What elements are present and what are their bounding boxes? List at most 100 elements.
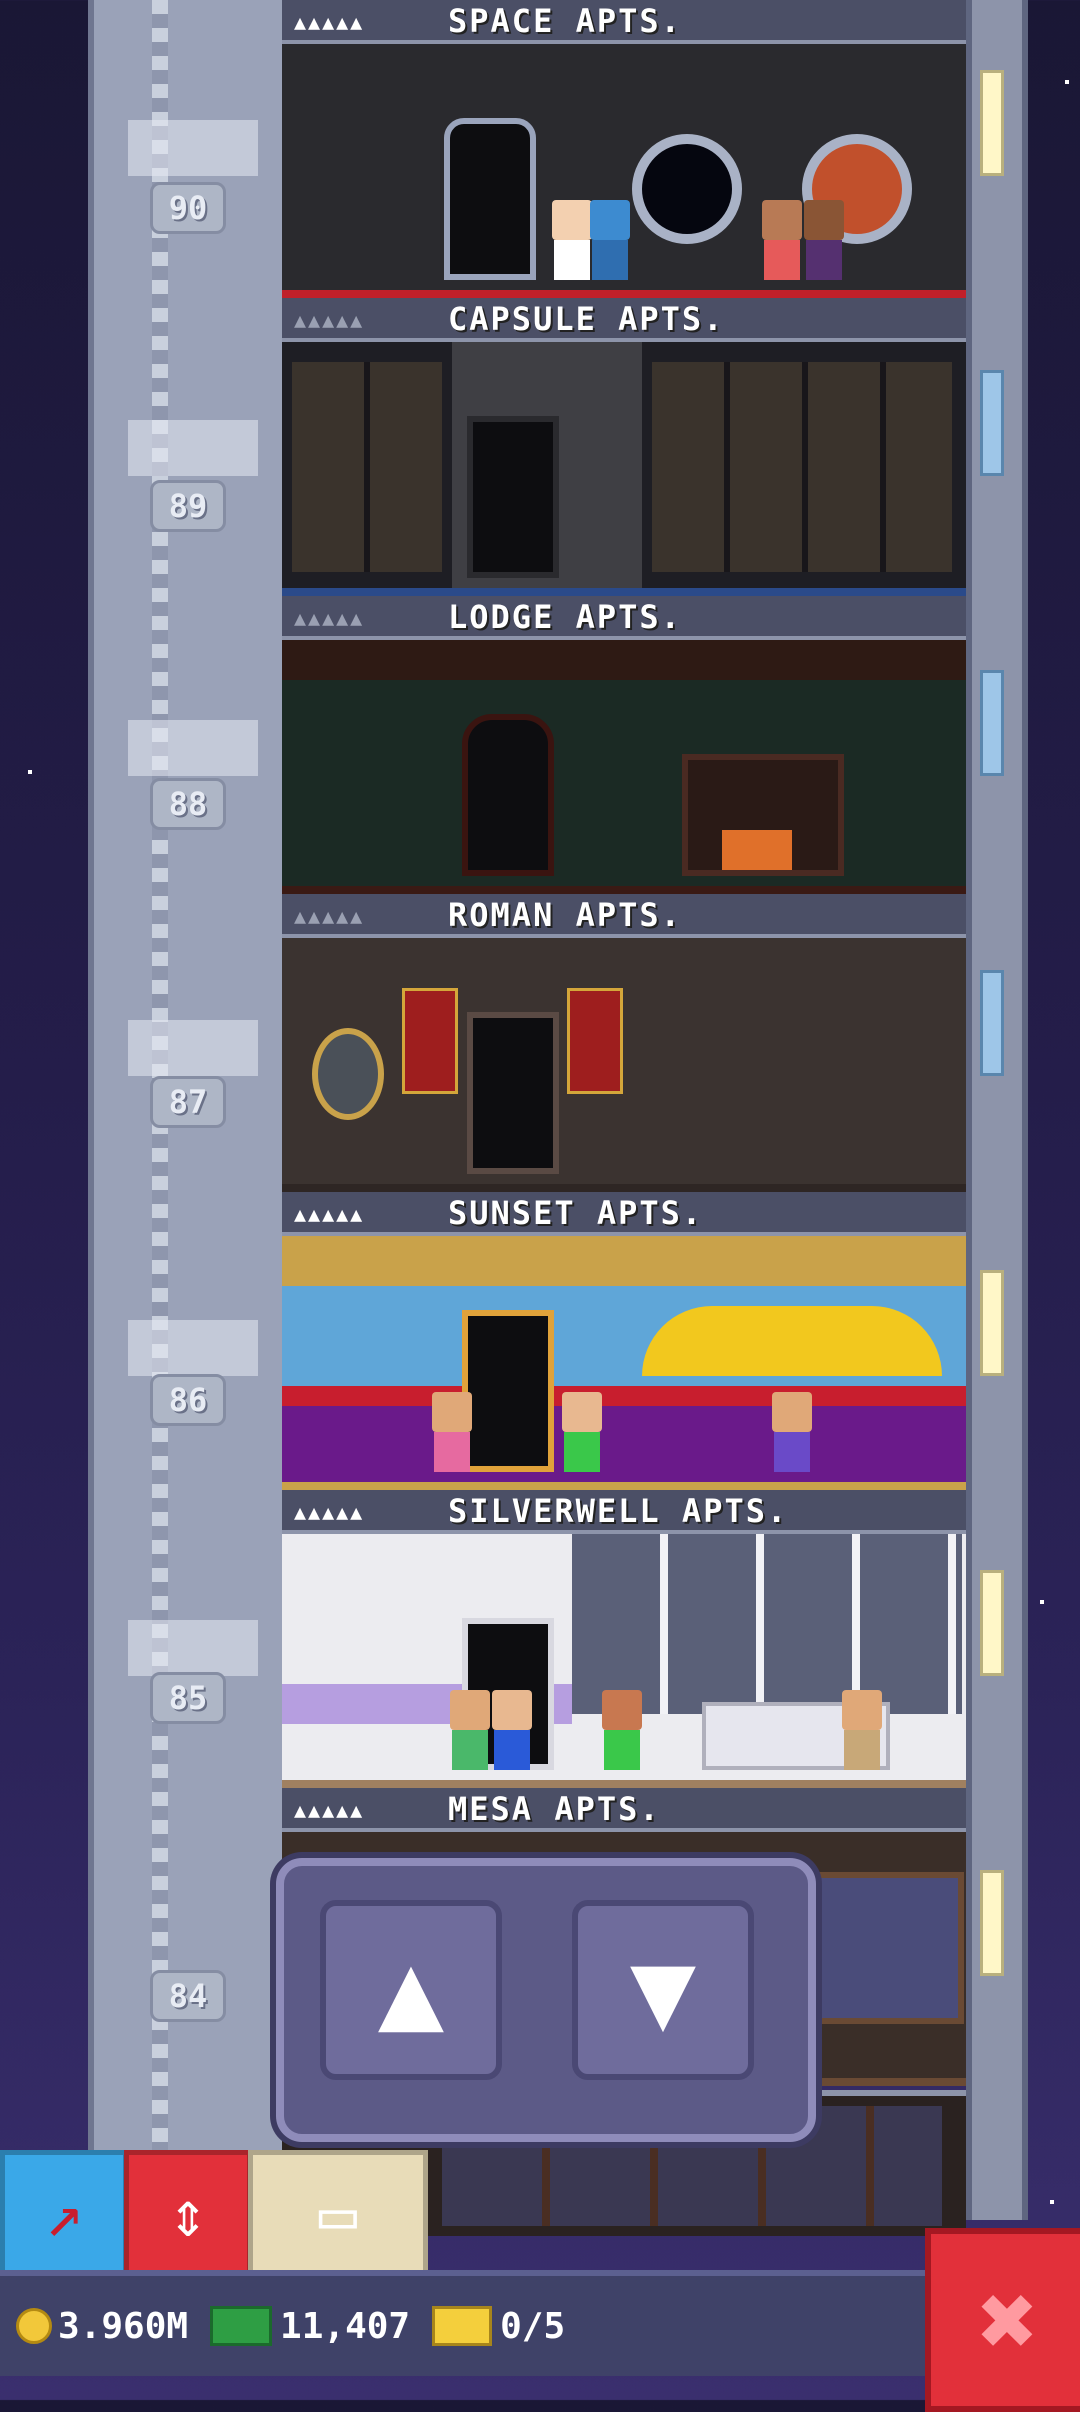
floor-header: ▲▲▲▲▲ LODGE APTS. xyxy=(282,596,966,640)
window-light xyxy=(980,1270,1004,1376)
tenant[interactable] xyxy=(450,1690,490,1770)
rating-dots: ▲▲▲▲▲ xyxy=(294,904,365,928)
tenant[interactable] xyxy=(762,200,802,280)
rating-dots: ▲▲▲▲▲ xyxy=(294,1202,365,1226)
floor-name: CAPSULE APTS. xyxy=(448,300,725,338)
tenant[interactable] xyxy=(432,1392,472,1472)
window-light xyxy=(980,370,1004,476)
floor-capsule-apts[interactable]: ▲▲▲▲▲ CAPSULE APTS. xyxy=(282,298,966,596)
shaft-light xyxy=(128,720,258,776)
coins-value: 3.960M xyxy=(58,2305,189,2347)
window-light xyxy=(980,970,1004,1076)
floor-silverwell-apts[interactable]: ▲▲▲▲▲ SILVERWELL APTS. xyxy=(282,1490,966,1788)
floor-number: 89 xyxy=(150,480,226,532)
floor-roman-apts[interactable]: ▲▲▲▲▲ ROMAN APTS. xyxy=(282,894,966,1192)
floor-name: SILVERWELL APTS. xyxy=(448,1492,789,1530)
rating-dots: ▲▲▲▲▲ xyxy=(294,308,365,332)
rating-dots: ▲▲▲▲▲ xyxy=(294,606,365,630)
fire xyxy=(722,830,792,870)
door xyxy=(444,118,536,280)
tenant[interactable] xyxy=(492,1690,532,1770)
rating-dots: ▲▲▲▲▲ xyxy=(294,1500,365,1524)
floor-name: LODGE APTS. xyxy=(448,598,682,636)
coin-icon xyxy=(16,2308,52,2344)
floor-header: ▲▲▲▲▲ MESA APTS. xyxy=(282,1788,966,1832)
shaft-light xyxy=(128,1320,258,1376)
floor-header: ▲▲▲▲▲ CAPSULE APTS. xyxy=(282,298,966,342)
elevator-down-button[interactable]: ▼ xyxy=(572,1900,754,2080)
room-interior xyxy=(282,342,966,596)
tenant[interactable] xyxy=(772,1392,812,1472)
door xyxy=(462,714,554,876)
arrow-down-icon: ▼ xyxy=(629,1926,697,2054)
floor-name: SPACE APTS. xyxy=(448,2,682,40)
star xyxy=(1050,2200,1054,2204)
window-light xyxy=(980,670,1004,776)
capsule-pods xyxy=(652,362,952,572)
floor-name: MESA APTS. xyxy=(448,1790,661,1828)
mirror xyxy=(312,1028,384,1120)
close-button[interactable]: ✖ xyxy=(925,2228,1080,2412)
pick-tool-button[interactable]: ↗ xyxy=(0,2150,128,2280)
tenant[interactable] xyxy=(804,200,844,280)
star xyxy=(1040,1600,1044,1604)
floor-number: 84 xyxy=(150,1970,226,2022)
shaft-light xyxy=(128,1020,258,1076)
ceiling-beams xyxy=(282,640,966,680)
floor-header: ▲▲▲▲▲ SPACE APTS. xyxy=(282,0,966,44)
floor-number: 85 xyxy=(150,1672,226,1724)
rating-dots: ▲▲▲▲▲ xyxy=(294,10,365,34)
window-light xyxy=(980,1870,1004,1976)
shaft-light xyxy=(128,120,258,176)
floor-name: ROMAN APTS. xyxy=(448,896,682,934)
elevator-icon: ⇕ xyxy=(168,2178,208,2252)
tenant[interactable] xyxy=(552,200,592,280)
window-light xyxy=(980,1570,1004,1676)
room-interior xyxy=(282,640,966,894)
room-interior xyxy=(282,1236,966,1490)
door xyxy=(467,1012,559,1174)
umbrella xyxy=(642,1306,942,1376)
tenant[interactable] xyxy=(562,1392,602,1472)
floor-number: 87 xyxy=(150,1076,226,1128)
floor-number: 90 xyxy=(150,182,226,234)
tickets-value: 0/5 xyxy=(500,2305,566,2347)
pick-arrow-icon: ↗ xyxy=(44,2178,84,2252)
floor-number: 88 xyxy=(150,778,226,830)
door xyxy=(462,1310,554,1472)
room-interior xyxy=(282,938,966,1192)
floor-header: ▲▲▲▲▲ SILVERWELL APTS. xyxy=(282,1490,966,1534)
room-interior xyxy=(282,44,966,298)
window-light xyxy=(980,70,1004,176)
star xyxy=(28,770,32,774)
tenant[interactable] xyxy=(602,1690,642,1770)
storage-button[interactable]: ▭ xyxy=(248,2150,428,2280)
shaft-light xyxy=(128,420,258,476)
shaft-light xyxy=(128,1620,258,1676)
banner xyxy=(567,988,623,1094)
rating-dots: ▲▲▲▲▲ xyxy=(294,1798,365,1822)
floor-number: 86 xyxy=(150,1374,226,1426)
elevator-button[interactable]: ⇕ xyxy=(124,2150,252,2280)
floor-header: ▲▲▲▲▲ SUNSET APTS. xyxy=(282,1192,966,1236)
elevator-up-button[interactable]: ▲ xyxy=(320,1900,502,2080)
floor-space-apts[interactable]: ▲▲▲▲▲ SPACE APTS. xyxy=(282,0,966,298)
door xyxy=(467,416,559,578)
currency-bar: 3.960M 11,407 0/5 xyxy=(0,2270,925,2376)
floor-sunset-apts[interactable]: ▲▲▲▲▲ SUNSET APTS. xyxy=(282,1192,966,1490)
floor-lodge-apts[interactable]: ▲▲▲▲▲ LODGE APTS. xyxy=(282,596,966,894)
window xyxy=(802,1872,964,2024)
window-grid xyxy=(572,1534,962,1714)
floor-header: ▲▲▲▲▲ ROMAN APTS. xyxy=(282,894,966,938)
bux-value: 11,407 xyxy=(280,2305,411,2347)
star xyxy=(1065,80,1069,84)
bux-icon xyxy=(210,2306,273,2346)
banner xyxy=(402,988,458,1094)
tenant[interactable] xyxy=(590,200,630,280)
tenant[interactable] xyxy=(842,1690,882,1770)
elevator-control-panel: ▲ ▼ xyxy=(276,1858,816,2142)
box-icon: ▭ xyxy=(318,2178,358,2252)
arrow-up-icon: ▲ xyxy=(377,1926,445,2054)
floor-name: SUNSET APTS. xyxy=(448,1194,704,1232)
room-interior xyxy=(282,1534,966,1788)
